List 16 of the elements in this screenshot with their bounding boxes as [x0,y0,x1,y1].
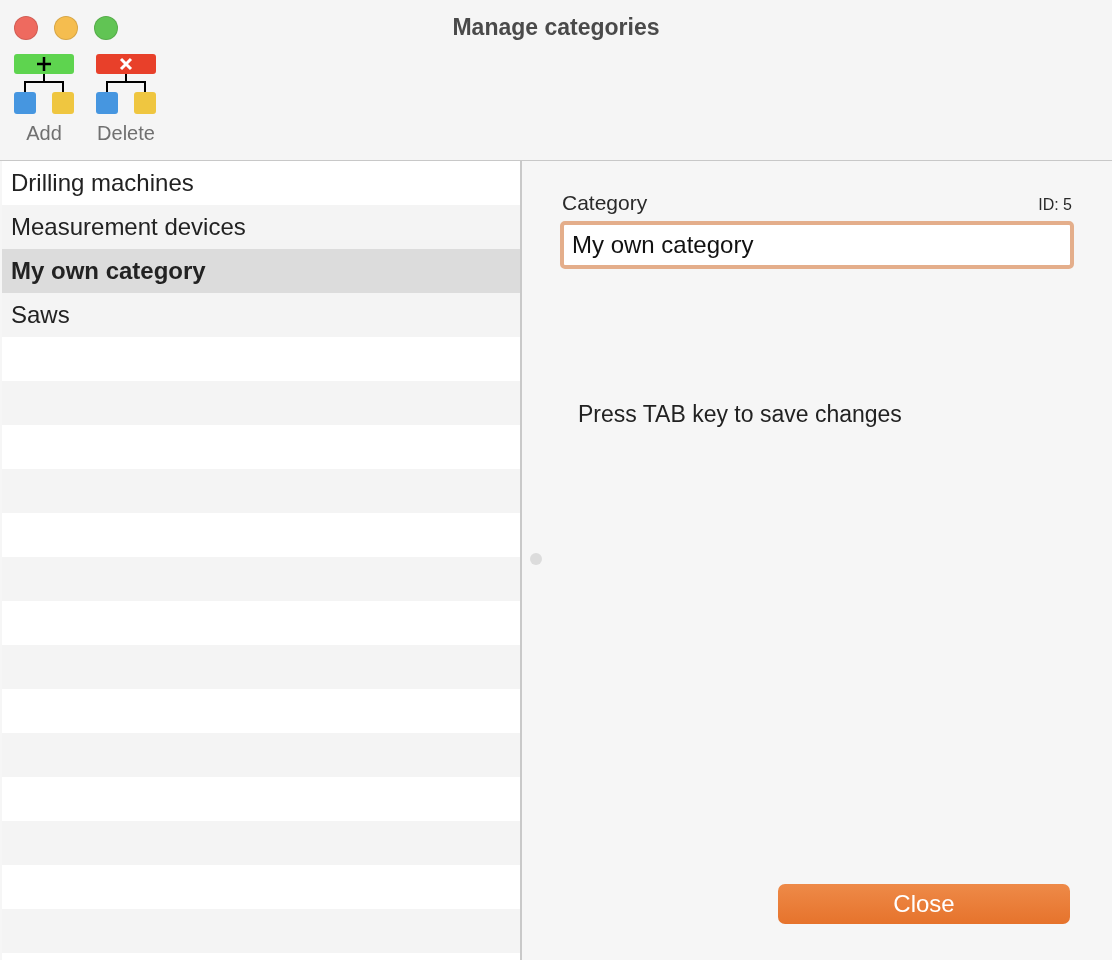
window-title: Manage categories [452,13,660,41]
split-handle[interactable] [530,553,542,565]
delete-tree-icon [96,54,156,114]
category-input-field[interactable]: My own category [560,221,1074,269]
category-item[interactable]: My own category [2,249,520,293]
minimize-window-button[interactable] [54,16,78,40]
category-item[interactable]: Saws [2,293,520,337]
id-label: ID: 5 [1038,196,1072,214]
save-hint: Press TAB key to save changes [578,401,903,428]
delete-button[interactable]: Delete [94,54,158,145]
category-label: Category [562,191,648,215]
add-button[interactable]: Add [12,54,76,145]
add-tree-icon [14,54,74,114]
category-item[interactable]: Measurement devices [2,205,520,249]
zoom-window-button[interactable] [94,16,118,40]
close-window-button[interactable] [14,16,38,40]
